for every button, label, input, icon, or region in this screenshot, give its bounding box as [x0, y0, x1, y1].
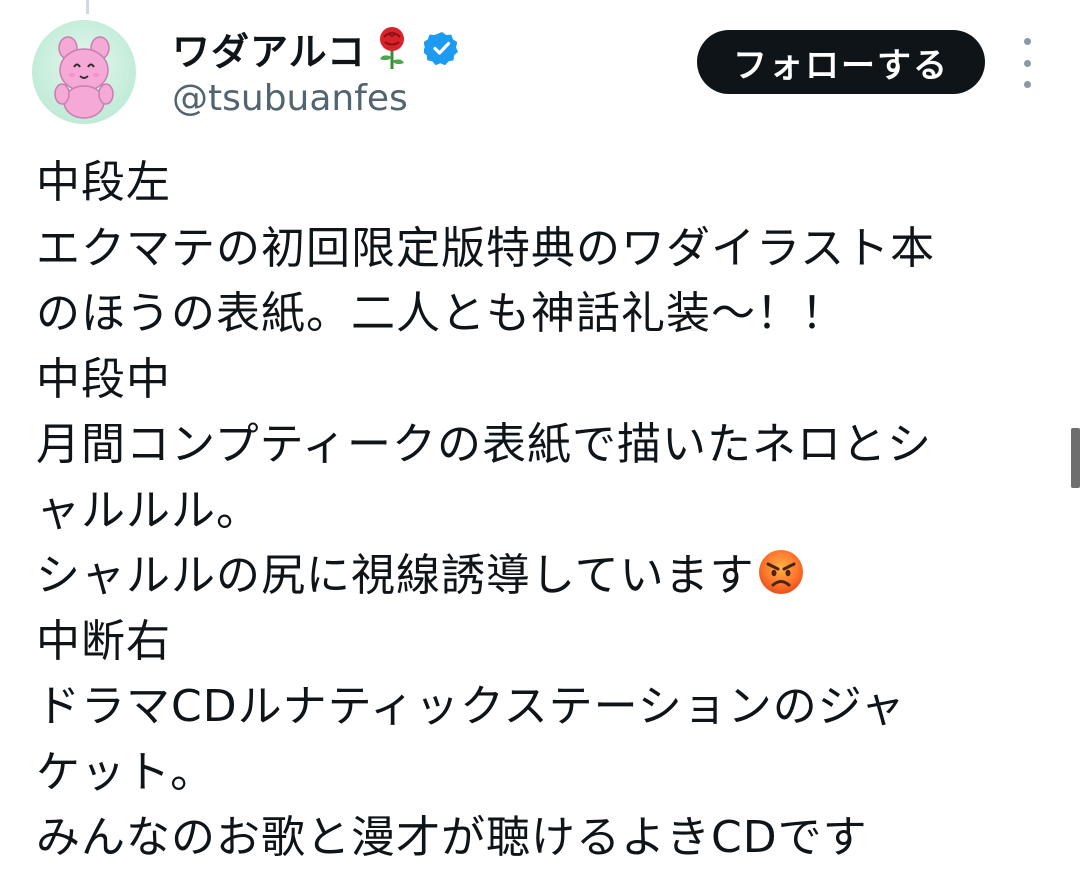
rose-icon [374, 25, 410, 71]
tweet-line: 中断右 [36, 615, 171, 667]
tweet-line: エクマテの初回限定版特典のワダイラスト本 [36, 222, 936, 274]
tweet-line: 中段中 [36, 353, 171, 405]
scrollbar-thumb[interactable] [1071, 428, 1080, 488]
tweet-line: 月間コンプティークの表紙で描いたネロとシ [36, 419, 933, 470]
tweet-line: のほうの表紙。二人とも神話礼装〜！！ [36, 288, 846, 339]
avatar-character-illustration [54, 36, 114, 119]
thread-connector-line [86, 0, 89, 14]
tweet-line-with-emoji: シャルルの尻に視線誘導しています [36, 543, 1046, 609]
tweet-line: 中段左 [36, 157, 171, 208]
tweet-line-text: シャルルの尻に視線誘導しています [36, 550, 755, 601]
user-handle[interactable]: @tsubuanfes [172, 78, 408, 119]
tweet-text: 中段左 エクマテの初回限定版特典のワダイラスト本 のほうの表紙。二人とも神話礼装… [36, 150, 1046, 871]
avatar[interactable] [32, 20, 136, 124]
more-options-icon[interactable] [1012, 38, 1042, 88]
verified-badge-icon [422, 30, 460, 66]
display-name[interactable]: ワダアルコ [172, 21, 366, 76]
tweet-line: ドラマCDルナティックステーションのジャ [36, 681, 906, 732]
tweet-line: ャルルル。 [36, 484, 261, 536]
user-name-row[interactable]: ワダアルコ [172, 20, 460, 76]
angry-face-icon [757, 548, 805, 596]
follow-button[interactable]: フォローする [697, 30, 985, 94]
tweet-line: ケット。 [36, 746, 216, 798]
tweet-line: みんなのお歌と漫才が聴けるよきCDです [36, 812, 868, 863]
